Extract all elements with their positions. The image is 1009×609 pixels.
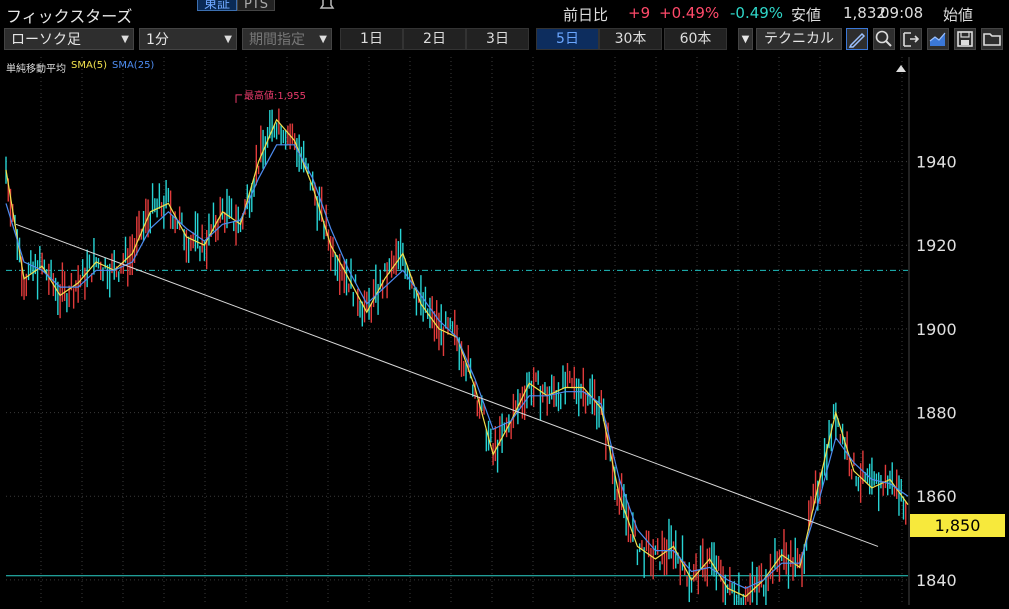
y-tick-label: 1900: [916, 320, 957, 339]
tab-tse[interactable]: 東証: [197, 0, 238, 12]
interval-select[interactable]: 1分 ▼: [139, 28, 237, 50]
period-60bars[interactable]: 60本: [664, 28, 727, 50]
save-icon[interactable]: [954, 28, 976, 50]
header-bar: フィックスターズ 東証 PTS 前日比 +9 +0.49% -0.49% 安値 …: [0, 0, 1009, 26]
other-percent: -0.49%: [730, 4, 784, 22]
exit-icon[interactable]: [900, 28, 922, 50]
chevron-down-icon: ▼: [319, 34, 327, 45]
tab-pts[interactable]: PTS: [237, 0, 276, 12]
current-price-tag: 1,850: [910, 514, 1005, 537]
legend-label: 単純移動平均: [6, 64, 66, 75]
chevron-down-icon: ▼: [121, 34, 129, 45]
period-30bars[interactable]: 30本: [599, 28, 662, 50]
trendline: [15, 223, 879, 547]
indicator-legend: 単純移動平均 SMA(5) SMA(25): [6, 60, 154, 75]
sma5-line: [5, 118, 909, 598]
high-annotation: 最高値:1,955: [244, 89, 306, 102]
period-2d[interactable]: 2日: [403, 28, 466, 50]
change-value: +9: [628, 4, 651, 22]
date-range-value: 期間指定: [249, 32, 305, 48]
chart-toolbar: ローソク足 ▼ 1分 ▼ 期間指定 ▼ 1日 2日 3日 5日 30本 60本 …: [0, 27, 1009, 53]
technical-dropdown-arrow[interactable]: ▼: [738, 28, 753, 50]
date-range-select[interactable]: 期間指定 ▼: [242, 28, 332, 50]
exchange-tabs: 東証 PTS: [197, 0, 276, 12]
technical-button[interactable]: テクニカル: [756, 28, 842, 50]
period-1d[interactable]: 1日: [340, 28, 403, 50]
area-chart-icon[interactable]: [927, 28, 949, 50]
price-chart[interactable]: 1840 1860 1880 1900 1920 1940 最高値:1,955: [0, 57, 1009, 609]
open-label: 始値: [943, 6, 974, 24]
zoom-icon[interactable]: [873, 28, 895, 50]
scroll-up-icon[interactable]: [895, 58, 907, 72]
y-tick-label: 1940: [916, 153, 957, 172]
change-percent: +0.49%: [659, 4, 720, 22]
folder-icon[interactable]: [981, 28, 1003, 50]
legend-sma25: SMA(25): [111, 60, 155, 71]
low-label: 安値: [791, 6, 822, 24]
quote-time: 09:08: [880, 4, 924, 22]
draw-pen-icon[interactable]: [846, 28, 868, 50]
period-3d[interactable]: 3日: [466, 28, 529, 50]
chart-type-select[interactable]: ローソク足 ▼: [4, 28, 134, 50]
y-tick-label: 1840: [916, 571, 957, 590]
y-tick-label: 1920: [916, 236, 957, 255]
period-5d[interactable]: 5日: [536, 28, 599, 50]
chevron-down-icon: ▼: [224, 34, 232, 45]
sma25-line: [5, 144, 909, 589]
chart-type-value: ローソク足: [11, 32, 81, 48]
chart-area[interactable]: 1840 1860 1880 1900 1920 1940 最高値:1,955: [0, 57, 1009, 609]
prev-day-label: 前日比: [563, 6, 609, 24]
alert-bell-icon[interactable]: [316, 0, 338, 10]
interval-value: 1分: [146, 32, 169, 48]
y-tick-label: 1860: [916, 487, 957, 506]
legend-sma5: SMA(5): [71, 60, 107, 71]
y-tick-label: 1880: [916, 404, 957, 423]
high-marker: [235, 94, 243, 103]
stock-title: フィックスターズ: [6, 7, 133, 26]
